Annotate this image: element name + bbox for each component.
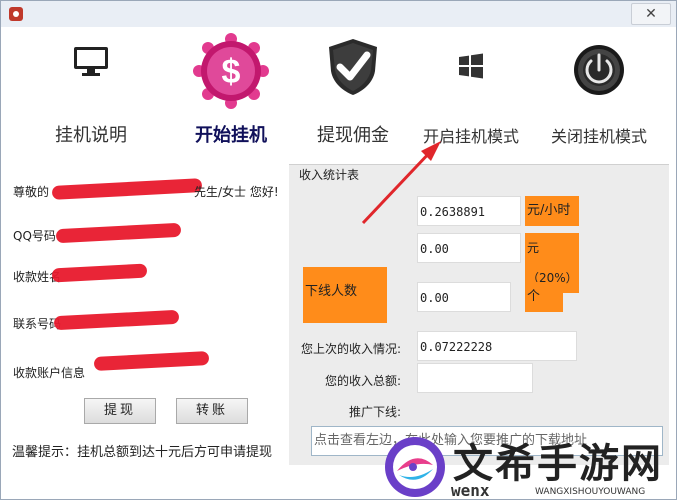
site-watermark: 文希手游网 wenx WANGXISHOUYOUWANG <box>383 431 673 500</box>
annotation-arrow <box>361 141 441 225</box>
watermark-letters: wenx <box>451 481 490 500</box>
app-window: ✕ 挂机说明 $ 开始挂机 提现佣金 开启挂机模式 关闭挂机模式 尊敬的 先生/… <box>0 0 677 500</box>
watermark-domain: WANGXISHOUYOUWANG <box>535 487 646 497</box>
